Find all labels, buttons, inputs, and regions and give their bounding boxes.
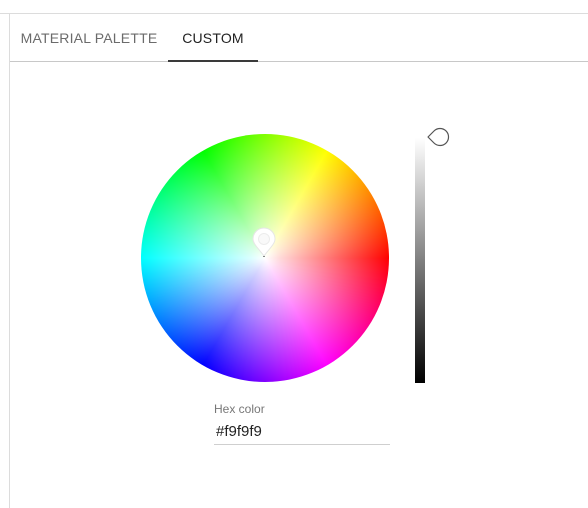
slider-handle-icon[interactable] — [426, 126, 452, 148]
tab-material-palette[interactable]: MATERIAL PALETTE — [10, 14, 168, 61]
active-tab-indicator — [168, 60, 258, 62]
hex-color-input[interactable] — [214, 418, 390, 445]
tab-custom[interactable]: CUSTOM — [168, 14, 258, 62]
tab-custom-label: CUSTOM — [182, 30, 244, 46]
tab-bar: MATERIAL PALETTE CUSTOM — [10, 14, 588, 62]
color-marker-icon[interactable] — [252, 227, 276, 257]
hex-color-label: Hex color — [214, 402, 265, 416]
brightness-slider-track[interactable] — [415, 138, 425, 383]
tab-material-palette-label: MATERIAL PALETTE — [20, 30, 158, 46]
color-wheel[interactable] — [141, 134, 389, 382]
color-picker-panel: MATERIAL PALETTE CUSTOM Hex color — [9, 14, 588, 508]
